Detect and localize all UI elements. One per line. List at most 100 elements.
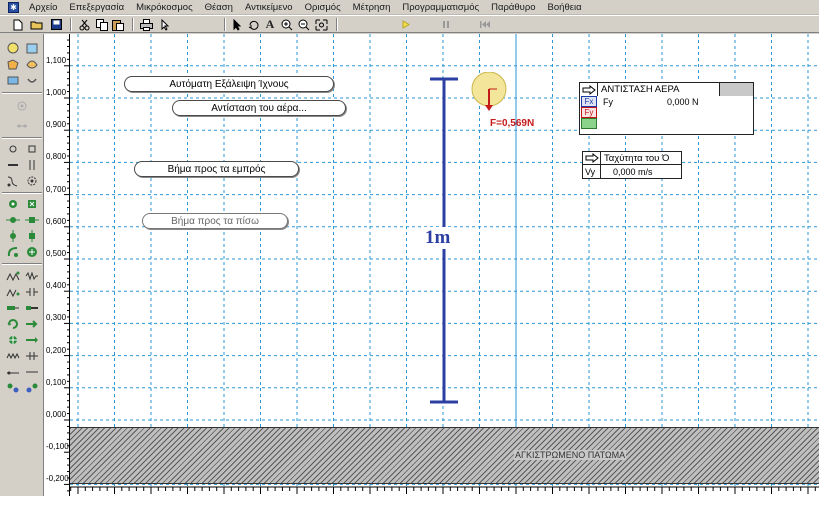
workspace-canvas[interactable]: 1,100 1,000 0,900 0,800 0,700 0,600 0,500 0,400…	[44, 34, 819, 496]
track-joint-tool-icon[interactable]	[25, 214, 39, 226]
point-element-tool-icon[interactable]	[6, 143, 20, 155]
pause-icon[interactable]	[440, 18, 452, 31]
menu-object[interactable]: Αντικείμενο	[239, 2, 299, 13]
fit-view-icon[interactable]	[315, 18, 328, 31]
anchored-floor[interactable]	[70, 427, 819, 484]
air-resistance-button[interactable]: Αντίσταση του αέρα...	[172, 100, 346, 116]
y-tick-label: -0,200	[46, 474, 69, 484]
velocity-meter[interactable]: Ταχύτητα του Ό Vy 0,000 m/s	[582, 151, 682, 179]
curved-shape-tool-icon[interactable]	[25, 58, 39, 70]
rotational-motor-tool-icon[interactable]	[6, 318, 20, 330]
step-forward-button[interactable]: Βήμα προς τα εμπρός	[134, 161, 299, 177]
constraint-pair-tool-icon[interactable]	[25, 382, 39, 394]
zoom-out-icon[interactable]	[298, 18, 310, 31]
cut-icon[interactable]	[78, 18, 90, 31]
menu-bar: ✱ Αρχείο Επεξεργασία Μικρόκοσμος Θέαση Α…	[0, 0, 819, 15]
air-resistance-meter[interactable]: ΑΝΤΙΣΤΑΣΗ ΑΕΡΑ Fx Fy 0,000 N Fy	[579, 82, 754, 135]
meter-arrow-icon[interactable]	[580, 83, 598, 96]
fy-toggle[interactable]: Fy	[581, 107, 597, 118]
copy-icon[interactable]	[96, 18, 108, 31]
rotary-joint-tool-icon[interactable]	[6, 246, 20, 258]
velocity-meter-header: Ταχύτητα του Ό	[583, 151, 681, 165]
open-folder-icon[interactable]	[30, 18, 44, 31]
print-icon[interactable]	[140, 18, 153, 31]
fx-toggle[interactable]: Fx	[581, 96, 597, 107]
pivot-tool-icon[interactable]	[15, 120, 29, 132]
y-tick-label: 1,000	[46, 88, 67, 97]
graph-toggle-icon[interactable]	[581, 118, 597, 129]
square-point-tool-icon[interactable]	[25, 143, 39, 155]
anchor-tool-icon[interactable]	[15, 100, 29, 112]
motor-joint-tool-icon[interactable]	[25, 246, 39, 258]
velocity-arrow-icon[interactable]	[583, 151, 601, 165]
palette-separator	[2, 263, 42, 265]
line-tool-icon[interactable]	[25, 366, 39, 378]
y-tick-label: 0,000	[46, 410, 67, 419]
square-joint-tool-icon[interactable]	[25, 198, 39, 210]
vy-value: 0,000 m/s	[613, 166, 653, 177]
paste-icon[interactable]	[112, 18, 124, 31]
toolbar-separator	[132, 18, 134, 31]
belt-tool-icon[interactable]	[6, 366, 20, 378]
slot-tool-icon[interactable]	[25, 159, 39, 171]
y-tick-label: 0,300	[46, 313, 67, 323]
auto-erase-trace-button[interactable]: Αυτόματη Εξάλειψη Ίχνους	[124, 76, 334, 92]
separator-joint-tool-icon[interactable]	[25, 286, 39, 298]
rod-tool-icon[interactable]	[6, 159, 20, 171]
circle-body-tool-icon[interactable]	[6, 42, 20, 54]
menu-define[interactable]: Ορισμός	[299, 2, 347, 13]
run-icon[interactable]	[400, 18, 412, 31]
vertical-ruler-ticks	[64, 39, 70, 492]
linear-actuator-tool-icon[interactable]	[25, 302, 39, 314]
pulley-tool-icon[interactable]	[6, 350, 20, 362]
meter-row-2: Fy	[580, 107, 753, 118]
save-icon[interactable]	[50, 18, 62, 31]
arc-tool-icon[interactable]	[25, 74, 39, 86]
velocity-meter-title: Ταχύτητα του Ό	[604, 152, 670, 164]
new-file-icon[interactable]	[12, 18, 24, 31]
damper-tool-icon[interactable]	[25, 270, 39, 282]
rope-pulley-tool-icon[interactable]	[6, 286, 20, 298]
horizontal-ruler	[70, 486, 819, 496]
help-cursor-icon[interactable]	[160, 18, 170, 31]
menu-view[interactable]: Θέαση	[199, 2, 239, 13]
spring-tool-icon[interactable]	[6, 270, 20, 282]
vertical-joint-tool-icon[interactable]	[25, 230, 39, 242]
zoom-in-icon[interactable]	[281, 18, 293, 31]
actuator-tool-icon[interactable]	[6, 302, 20, 314]
torque-tool-icon[interactable]	[25, 334, 39, 346]
joint-pair-tool-icon[interactable]	[6, 382, 20, 394]
menu-window[interactable]: Παράθυρο	[485, 2, 541, 13]
menu-measure[interactable]: Μέτρηση	[347, 2, 397, 13]
palette-separator	[2, 137, 42, 139]
menu-microworld[interactable]: Μικρόκοσμος	[130, 2, 199, 13]
gear-joint-tool-icon[interactable]	[25, 175, 39, 187]
spring-joint-tool-icon[interactable]	[6, 198, 20, 210]
menu-edit[interactable]: Επεξεργασία	[63, 2, 130, 13]
y-tick-label: 0,900	[46, 120, 67, 130]
fy-name: Fy	[603, 96, 613, 107]
vertical-ruler	[44, 34, 70, 496]
rope-tool-icon[interactable]	[6, 175, 20, 187]
window-bottom-area	[0, 496, 819, 519]
menu-help[interactable]: Βοήθεια	[542, 2, 588, 13]
text-tool-icon[interactable]: A	[265, 17, 275, 31]
reset-icon[interactable]	[478, 18, 492, 31]
force-vector-label: F=0,569N	[490, 118, 535, 129]
app-logo-icon[interactable]: ✱	[8, 1, 19, 13]
step-back-button[interactable]: Βήμα προς τα πίσω	[142, 213, 288, 229]
linear-motor-tool-icon[interactable]	[25, 318, 39, 330]
gear-tool-icon[interactable]	[25, 350, 39, 362]
pointer-icon[interactable]	[232, 18, 243, 31]
square-tool-icon[interactable]	[6, 74, 20, 86]
menu-file[interactable]: Αρχείο	[23, 2, 63, 13]
force-tool-icon[interactable]	[6, 334, 20, 346]
rectangle-body-tool-icon[interactable]	[25, 42, 39, 54]
slider-joint-tool-icon[interactable]	[6, 214, 20, 226]
menu-programming[interactable]: Προγραμματισμός	[396, 2, 485, 13]
y-tick-label: 0,500	[46, 249, 67, 258]
polygon-tool-icon[interactable]	[6, 58, 20, 70]
application-window: ✱ Αρχείο Επεξεργασία Μικρόκοσμος Θέαση Α…	[0, 0, 819, 519]
pin-joint-tool-icon[interactable]	[6, 230, 20, 242]
rotate-icon[interactable]	[248, 18, 259, 31]
